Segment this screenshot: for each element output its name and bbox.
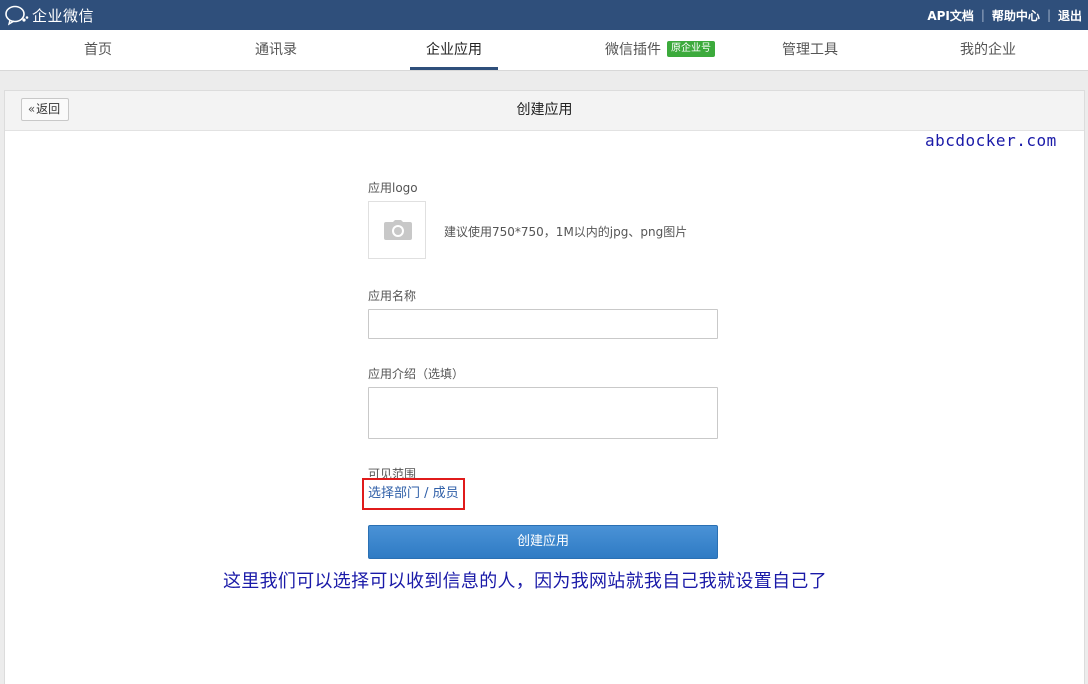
create-app-button[interactable]: 创建应用 xyxy=(368,525,718,559)
top-links: API文档 | 帮助中心 | 退出 xyxy=(927,0,1082,30)
nav-home-label: 首页 xyxy=(84,42,112,58)
page-title: 创建应用 xyxy=(516,102,573,118)
brand-name: 企业微信 xyxy=(32,6,95,25)
logo-upload[interactable] xyxy=(368,201,426,259)
nav-enterprise-apps[interactable]: 企业应用 xyxy=(410,30,498,70)
link-divider: | xyxy=(980,8,985,22)
create-app-panel: « 返回 创建应用 abcdocker.com 应用logo 建议使用750*7… xyxy=(4,90,1085,684)
name-label: 应用名称 xyxy=(368,289,417,303)
select-members-link[interactable]: 选择部门 / 成员 xyxy=(362,478,465,510)
logout-link[interactable]: 退出 xyxy=(1058,7,1082,24)
nav-wechat-plugin[interactable]: 微信插件 原企业号 xyxy=(600,30,720,70)
nav-home[interactable]: 首页 xyxy=(70,30,126,70)
nav-plugin-label: 微信插件 xyxy=(605,42,661,58)
link-divider: | xyxy=(1046,8,1051,22)
watermark-text: abcdocker.com xyxy=(925,131,1057,150)
main-nav: 首页 通讯录 企业应用 微信插件 原企业号 管理工具 我的企业 xyxy=(0,30,1088,71)
nav-enterprise-label: 我的企业 xyxy=(960,42,1016,58)
annotation-text: 这里我们可以选择可以收到信息的人，因为我网站就我自己我就设置自己了 xyxy=(223,571,827,592)
api-docs-link[interactable]: API文档 xyxy=(927,7,974,24)
nav-management-tools[interactable]: 管理工具 xyxy=(772,30,848,70)
nav-tools-label: 管理工具 xyxy=(782,42,838,58)
logo-label: 应用logo xyxy=(368,181,418,195)
legacy-badge: 原企业号 xyxy=(667,41,715,57)
app-name-input[interactable] xyxy=(368,309,718,339)
top-bar: 企业微信 API文档 | 帮助中心 | 退出 xyxy=(0,0,1088,30)
nav-apps-label: 企业应用 xyxy=(426,42,482,58)
nav-contacts-label: 通讯录 xyxy=(255,42,297,58)
camera-icon xyxy=(384,220,412,240)
logo-hint: 建议使用750*750，1M以内的jpg、png图片 xyxy=(444,225,688,239)
panel-header: « 返回 创建应用 xyxy=(5,91,1084,131)
nav-contacts[interactable]: 通讯录 xyxy=(240,30,312,70)
brand-logo[interactable]: 企业微信 xyxy=(4,4,94,26)
wecom-logo-icon xyxy=(5,5,29,26)
nav-my-enterprise[interactable]: 我的企业 xyxy=(950,30,1026,70)
intro-label: 应用介绍（选填） xyxy=(368,367,465,381)
help-center-link[interactable]: 帮助中心 xyxy=(992,7,1040,24)
app-intro-textarea[interactable] xyxy=(368,387,718,439)
